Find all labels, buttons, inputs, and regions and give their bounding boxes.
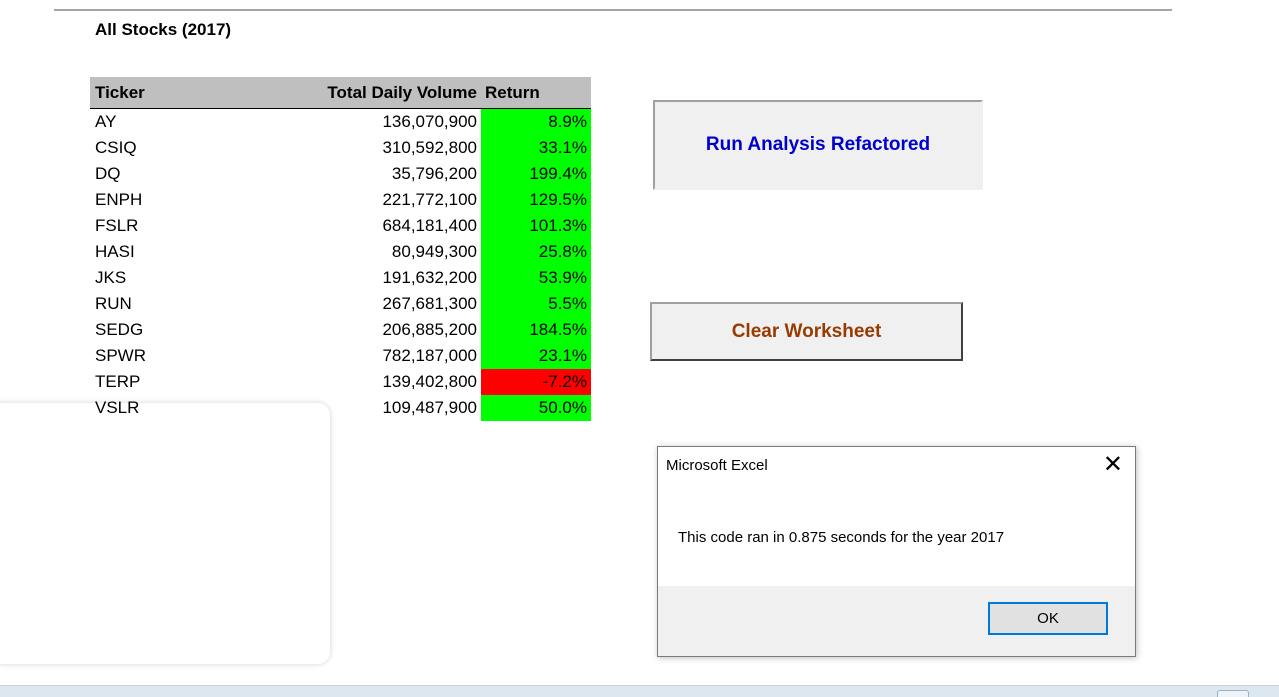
volume-cell[interactable]: 139,402,800: [276, 369, 481, 395]
header-ticker[interactable]: Ticker: [90, 77, 276, 109]
table-body: AY 136,070,900 8.9% CSIQ 310,592,800 33.1% DQ 3…: [90, 108, 591, 421]
table-row: VSLR 109,487,900 50.0%: [90, 395, 591, 421]
ticker-cell[interactable]: RUN: [90, 291, 276, 317]
volume-cell[interactable]: 684,181,400: [276, 213, 481, 239]
status-bar: [0, 685, 1279, 697]
volume-cell[interactable]: 191,632,200: [276, 265, 481, 291]
table-row: JKS 191,632,200 53.9%: [90, 265, 591, 291]
ticker-cell[interactable]: HASI: [90, 239, 276, 265]
ticker-cell[interactable]: ENPH: [90, 187, 276, 213]
header-total-daily-volume[interactable]: Total Daily Volume: [276, 77, 481, 109]
volume-cell[interactable]: 136,070,900: [276, 109, 481, 136]
table-row: RUN 267,681,300 5.5%: [90, 291, 591, 317]
table-row: HASI 80,949,300 25.8%: [90, 239, 591, 265]
ticker-cell[interactable]: SEDG: [90, 317, 276, 343]
ok-button[interactable]: OK: [988, 602, 1108, 635]
status-bar-control[interactable]: [1217, 690, 1249, 697]
dialog-footer: OK: [658, 586, 1135, 656]
close-icon[interactable]: ✕: [1103, 453, 1123, 477]
return-cell[interactable]: 5.5%: [481, 291, 591, 317]
volume-cell[interactable]: 109,487,900: [276, 395, 481, 421]
ticker-cell[interactable]: DQ: [90, 161, 276, 187]
top-divider: [54, 9, 1172, 11]
excel-worksheet: All Stocks (2017) Ticker Total Daily Vol…: [0, 0, 1279, 697]
ticker-cell[interactable]: AY: [90, 109, 276, 136]
return-cell[interactable]: -7.2%: [481, 369, 591, 395]
run-analysis-refactored-button[interactable]: Run Analysis Refactored: [653, 100, 983, 190]
table-row: FSLR 684,181,400 101.3%: [90, 213, 591, 239]
return-cell[interactable]: 184.5%: [481, 317, 591, 343]
dialog-title: Microsoft Excel: [666, 457, 768, 474]
return-cell[interactable]: 8.9%: [481, 108, 591, 135]
ticker-cell[interactable]: VSLR: [90, 395, 276, 421]
volume-cell[interactable]: 35,796,200: [276, 161, 481, 187]
ticker-cell[interactable]: TERP: [90, 369, 276, 395]
ticker-cell[interactable]: JKS: [90, 265, 276, 291]
ticker-cell[interactable]: CSIQ: [90, 135, 276, 161]
table-row: ENPH 221,772,100 129.5%: [90, 187, 591, 213]
return-cell[interactable]: 199.4%: [481, 161, 591, 187]
volume-cell[interactable]: 221,772,100: [276, 187, 481, 213]
return-cell[interactable]: 33.1%: [481, 135, 591, 161]
table-row: TERP 139,402,800 -7.2%: [90, 369, 591, 395]
table-header-row: Ticker Total Daily Volume Return: [90, 77, 591, 109]
volume-cell[interactable]: 206,885,200: [276, 317, 481, 343]
table-row: CSIQ 310,592,800 33.1%: [90, 135, 591, 161]
table-row: DQ 35,796,200 199.4%: [90, 161, 591, 187]
header-return[interactable]: Return: [481, 77, 591, 109]
dialog-message: This code ran in 0.875 seconds for the y…: [678, 529, 1005, 546]
ticker-cell[interactable]: SPWR: [90, 343, 276, 369]
background-panel: [0, 403, 330, 664]
sheet-title: All Stocks (2017): [95, 20, 232, 39]
volume-cell[interactable]: 267,681,300: [276, 291, 481, 317]
message-dialog: Microsoft Excel ✕ This code ran in 0.875…: [657, 446, 1136, 657]
return-cell[interactable]: 50.0%: [481, 395, 591, 421]
return-cell[interactable]: 23.1%: [481, 343, 591, 369]
return-cell[interactable]: 101.3%: [481, 213, 591, 239]
table-row: AY 136,070,900 8.9%: [90, 108, 591, 136]
volume-cell[interactable]: 782,187,000: [276, 343, 481, 369]
table-row: SEDG 206,885,200 184.5%: [90, 317, 591, 343]
volume-cell[interactable]: 80,949,300: [276, 239, 481, 265]
ticker-cell[interactable]: FSLR: [90, 213, 276, 239]
return-cell[interactable]: 129.5%: [481, 187, 591, 213]
volume-cell[interactable]: 310,592,800: [276, 135, 481, 161]
return-cell[interactable]: 53.9%: [481, 265, 591, 291]
stock-table: Ticker Total Daily Volume Return AY 136,0…: [90, 77, 591, 421]
clear-worksheet-button[interactable]: Clear Worksheet: [650, 302, 963, 361]
return-cell[interactable]: 25.8%: [481, 239, 591, 265]
table-row: SPWR 782,187,000 23.1%: [90, 343, 591, 369]
